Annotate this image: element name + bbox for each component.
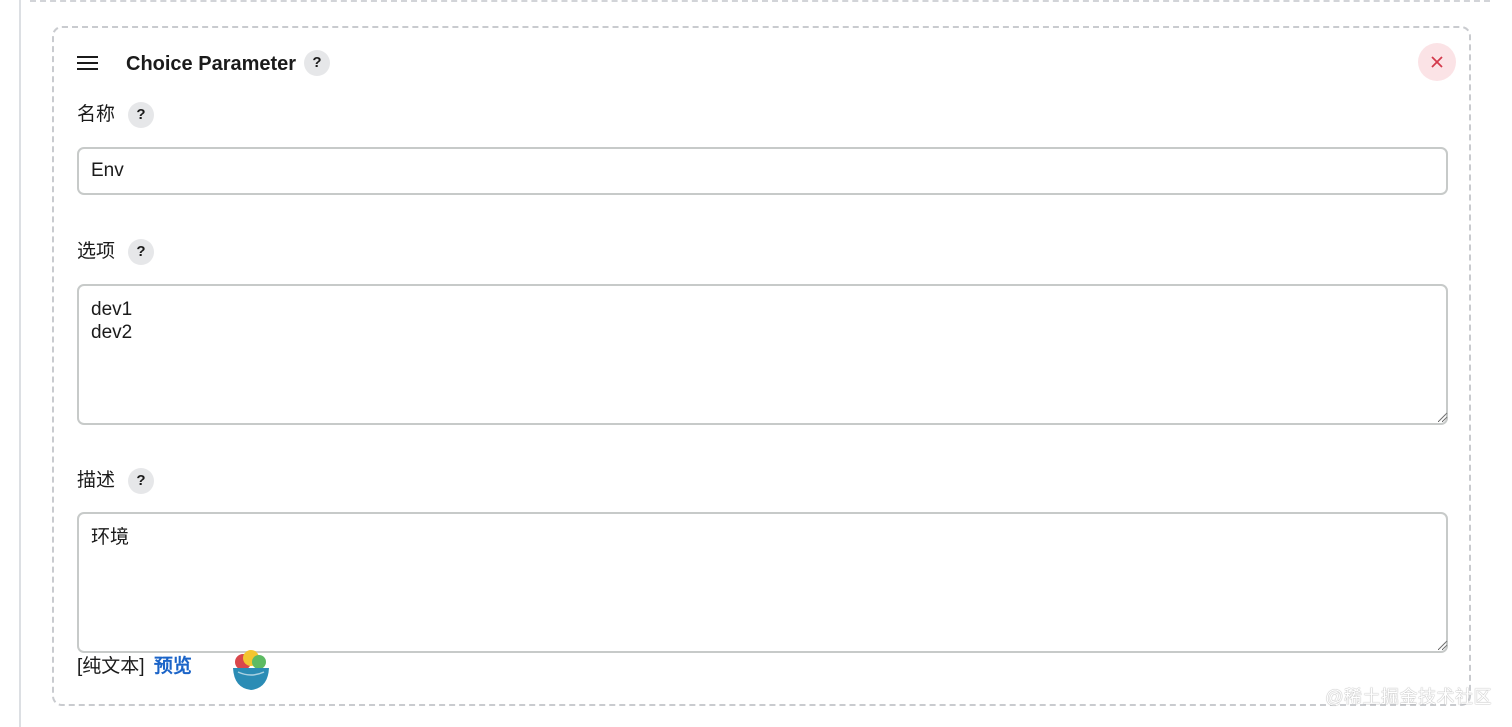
choice-parameter-card: Choice Parameter ? 名称 ? 选项 ? dev1 dev2 描… [52,26,1471,706]
bowl-mascot-icon [233,650,269,690]
help-button-parameter[interactable]: ? [304,50,330,76]
preview-link[interactable]: 预览 [154,656,192,677]
card-header: Choice Parameter ? [54,28,1469,98]
delete-parameter-button[interactable] [1418,43,1456,81]
resize-grip-icon[interactable] [1438,412,1448,422]
plain-text-label: [纯文本] [77,656,145,677]
resize-grip-icon[interactable] [1438,640,1448,650]
close-icon [1431,56,1443,68]
left-divider [19,0,21,727]
name-label: 名称 [77,104,116,125]
previous-card-edge [30,0,1490,2]
help-button-choices[interactable]: ? [128,239,154,265]
description-format-links: [纯文本] 预览 [77,655,192,679]
name-input[interactable] [77,147,1448,195]
choices-label: 选项 [77,241,116,262]
page: Choice Parameter ? 名称 ? 选项 ? dev1 dev2 描… [0,0,1512,727]
drag-handle-icon[interactable] [76,55,100,71]
description-textarea[interactable]: 环境 [77,512,1448,653]
description-label: 描述 [77,470,116,491]
choices-textarea[interactable]: dev1 dev2 [77,284,1448,425]
card-title: Choice Parameter [126,53,297,75]
help-button-name[interactable]: ? [128,102,154,128]
watermark: @稀土掘金技术社区 [1325,687,1492,707]
help-button-description[interactable]: ? [128,468,154,494]
